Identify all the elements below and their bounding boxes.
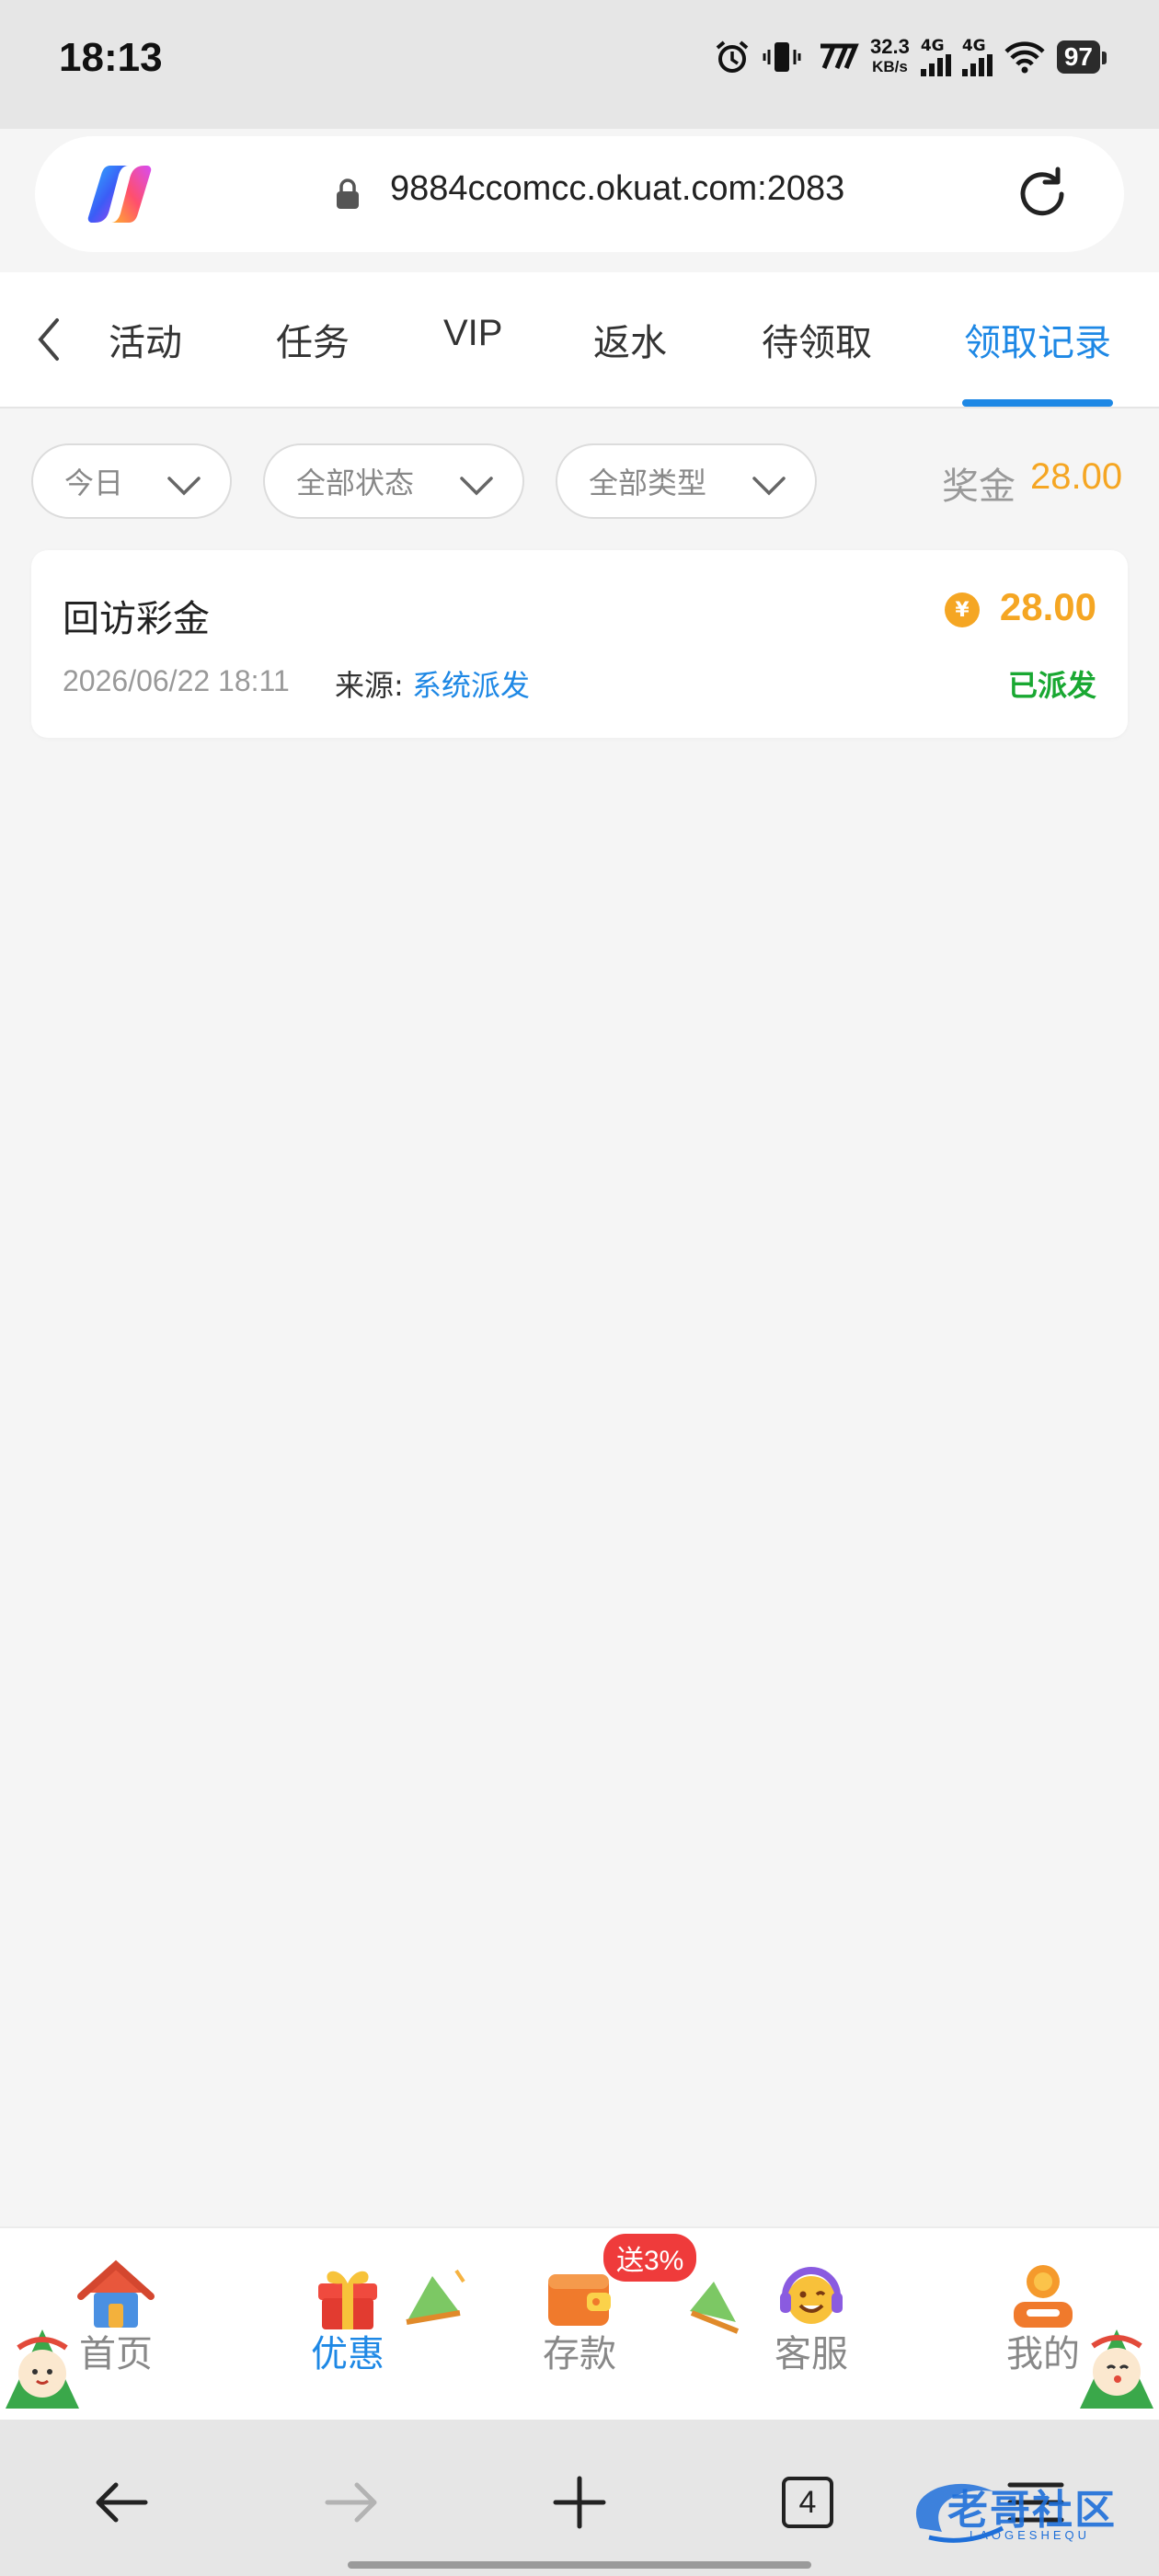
record-amount: 28.00 [999, 585, 1096, 628]
bottom-nav: 首页 优惠 存款 客服 我的 [0, 2226, 1159, 2420]
scroll-left-chevron-icon[interactable] [35, 316, 63, 366]
watermark: 老哥社区 LAOGESHEQU [901, 2469, 1150, 2561]
nav-promotions-label: 优惠 [311, 2333, 384, 2375]
forward-arrow-icon[interactable] [315, 2466, 388, 2539]
chevron-down-icon [458, 469, 495, 504]
status-time: 18:13 [59, 35, 163, 80]
tab-nav: 活动 任务 VIP 返水 待领取 领取记录 [0, 272, 1159, 408]
zongzi-decoration-icon [401, 2267, 471, 2335]
url-text[interactable]: 9884ccomcc.okuat.com:2083 [390, 169, 844, 209]
signal-1: 4G [920, 38, 951, 76]
hd-icon [813, 40, 859, 74]
profile-icon [1004, 2256, 1082, 2333]
type-filter[interactable]: 全部类型 [556, 443, 817, 519]
address-bar[interactable]: 9884ccomcc.okuat.com:2083 [35, 136, 1124, 252]
tab-pending[interactable]: 待领取 [762, 313, 872, 366]
headset-icon [773, 2256, 850, 2333]
house-icon [77, 2256, 155, 2333]
zongzi-mascot-icon [1074, 2320, 1159, 2416]
nav-deposit-label: 存款 [543, 2333, 616, 2375]
back-arrow-icon[interactable] [85, 2466, 158, 2539]
gift-icon [309, 2256, 386, 2333]
record-card[interactable]: 回访彩金 2026/06/22 18:11 来源: 系统派发 ¥ 28.00 已… [31, 550, 1128, 738]
type-filter-label: 全部类型 [589, 466, 707, 500]
record-source-label: 来源: [335, 668, 404, 703]
watermark-text: 老哥社区 [947, 2487, 1117, 2534]
signal-2: 4G [961, 38, 993, 76]
tab-rebate[interactable]: 返水 [593, 313, 667, 366]
record-title: 回访彩金 [63, 598, 210, 640]
coin-icon: ¥ [945, 592, 980, 627]
vibrate-icon [762, 39, 802, 75]
tab-tasks[interactable]: 任务 [276, 313, 350, 366]
wifi-icon [1004, 40, 1046, 74]
lock-icon [336, 178, 360, 213]
tabs-button[interactable]: 4 [771, 2466, 844, 2539]
watermark-subtext: LAOGESHEQU [970, 2528, 1091, 2542]
tab-activity[interactable]: 活动 [109, 313, 182, 366]
date-filter-label: 今日 [64, 466, 124, 500]
deposit-promo-badge: 送3% [603, 2234, 697, 2282]
bonus-total-value: 28.00 [1030, 456, 1123, 497]
signal-icon [920, 53, 951, 76]
record-status: 已派发 [1007, 668, 1096, 703]
tab-count: 4 [782, 2477, 833, 2528]
record-date: 2026/06/22 18:11 [63, 664, 290, 697]
active-tab-indicator [962, 399, 1113, 407]
tab-vip[interactable]: VIP [443, 313, 502, 354]
record-source-value: 系统派发 [412, 668, 531, 703]
new-tab-plus-icon[interactable] [543, 2466, 616, 2539]
status-filter-label: 全部状态 [296, 466, 415, 500]
battery-icon: 97 [1056, 40, 1107, 74]
status-bar: 18:13 32.3 KB/s 4G 4G 97 [0, 0, 1159, 129]
nav-support-label: 客服 [775, 2333, 848, 2375]
reload-icon[interactable] [1012, 164, 1073, 228]
copilot-icon[interactable] [86, 162, 153, 226]
signal-icon [961, 53, 993, 76]
chevron-down-icon [166, 469, 202, 504]
zongzi-decoration-icon [683, 2274, 743, 2342]
bonus-total-label: 奖金 [942, 466, 1016, 508]
status-filter[interactable]: 全部状态 [263, 443, 524, 519]
alarm-icon [714, 39, 751, 75]
nav-support[interactable]: 客服 [747, 2256, 876, 2377]
tab-claim-history[interactable]: 领取记录 [964, 313, 1111, 366]
home-indicator[interactable] [348, 2561, 811, 2569]
status-icons: 32.3 KB/s 4G 4G 97 [714, 35, 1107, 77]
zongzi-mascot-icon [0, 2320, 85, 2416]
net-speed: 32.3 KB/s [870, 35, 910, 76]
date-filter[interactable]: 今日 [31, 443, 232, 519]
nav-promotions[interactable]: 优惠 [283, 2256, 412, 2377]
chevron-down-icon [751, 469, 787, 504]
